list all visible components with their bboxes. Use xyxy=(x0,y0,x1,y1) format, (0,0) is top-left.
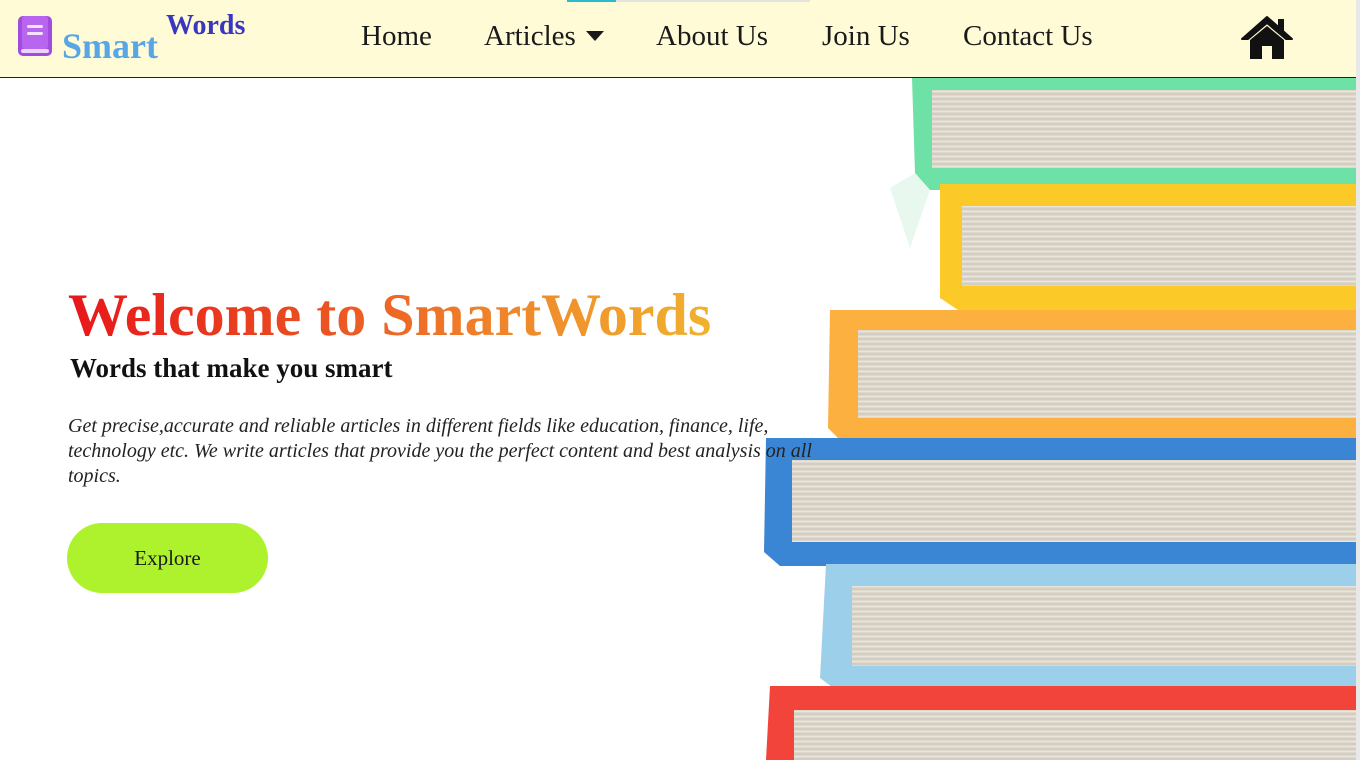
top-navbar: Smart Words Home Articles About Us Join … xyxy=(0,0,1358,78)
nav-join-link[interactable]: Join Us xyxy=(822,22,910,51)
nav-contact-link[interactable]: Contact Us xyxy=(963,22,1093,51)
home-icon[interactable] xyxy=(1240,15,1294,61)
brand-name-smart: Smart xyxy=(62,26,158,66)
hero-subtitle: Words that make you smart xyxy=(70,353,393,383)
hero-description: Get precise,accurate and reliable articl… xyxy=(68,415,812,487)
nav-accent-bar xyxy=(567,0,810,2)
nav-articles-dropdown[interactable]: Articles xyxy=(484,22,604,51)
hero-title: Welcome to SmartWords xyxy=(68,282,712,348)
stacked-books-image xyxy=(764,78,1356,760)
nav-about-link[interactable]: About Us xyxy=(656,22,768,51)
nav-home-link[interactable]: Home xyxy=(361,22,432,51)
explore-button[interactable]: Explore xyxy=(67,523,268,593)
brand-name-words: Words xyxy=(166,10,246,41)
page-scrollbar[interactable] xyxy=(1356,0,1360,760)
caret-down-icon xyxy=(585,30,604,41)
nav-articles-label: Articles xyxy=(484,20,576,52)
book-icon xyxy=(18,16,52,56)
